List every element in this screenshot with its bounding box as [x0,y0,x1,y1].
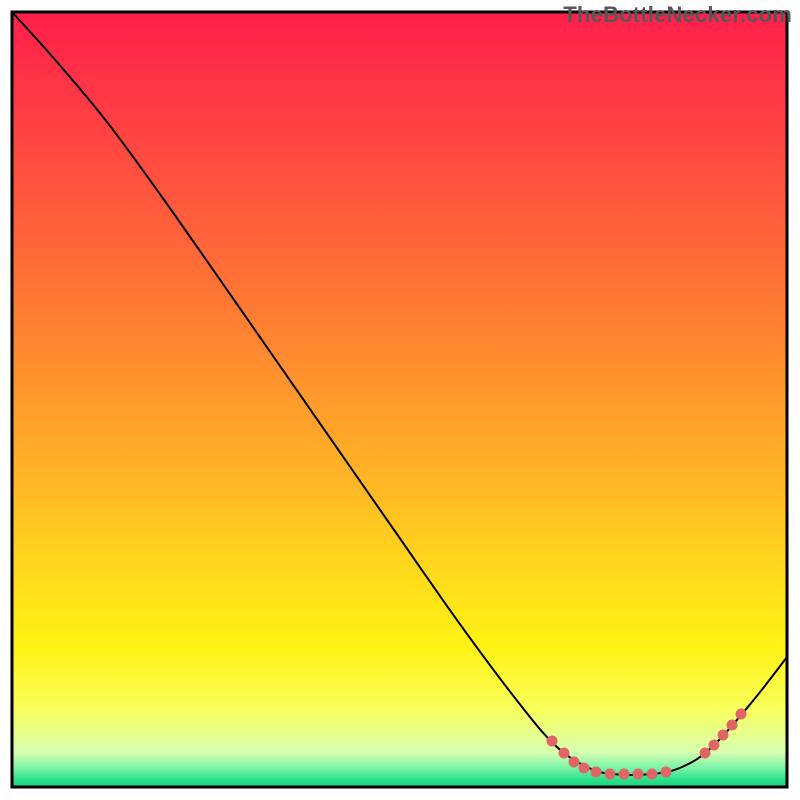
watermark-text: TheBottleNecker.com [563,2,792,28]
highlight-dot [559,748,570,759]
highlight-dot [700,748,711,759]
highlight-dot [647,769,658,780]
highlight-dot [718,730,729,741]
highlight-dot [727,720,738,731]
highlight-dot [736,709,747,720]
highlight-dot [619,769,630,780]
highlight-dot [547,736,558,747]
highlight-dot [661,767,672,778]
highlight-dot [579,763,590,774]
bottleneck-chart [0,0,800,800]
plot-background [12,12,787,787]
highlight-dot [709,740,720,751]
chart-stage: TheBottleNecker.com [0,0,800,800]
highlight-dot [591,767,602,778]
highlight-dot [605,769,616,780]
highlight-dot [569,757,580,768]
highlight-dot [633,769,644,780]
